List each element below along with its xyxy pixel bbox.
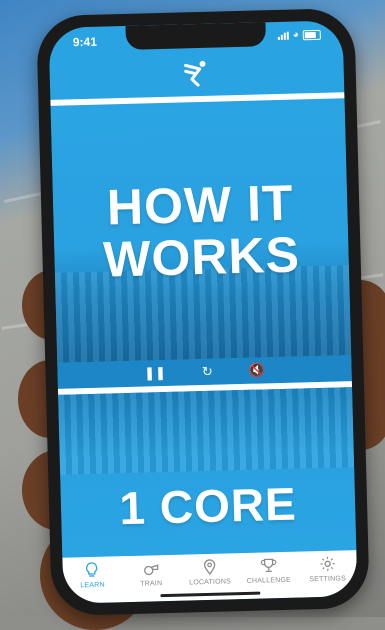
pause-icon[interactable]: ❚❚ [144, 365, 166, 382]
video-headline-line2: WORKS [54, 224, 349, 290]
location-pin-icon [200, 558, 218, 576]
tab-train[interactable]: TRAIN [122, 559, 181, 589]
battery-icon [303, 30, 321, 40]
mute-icon[interactable]: 🔇 [249, 362, 266, 378]
stadium-background [58, 387, 354, 475]
video-how-it-works[interactable]: HOW IT WORKS [51, 102, 352, 363]
trophy-icon [259, 556, 277, 574]
tab-label: CHALLENGE [247, 577, 291, 585]
status-icons: ◕ [278, 30, 321, 41]
status-time: 9:41 [73, 35, 97, 50]
tab-settings[interactable]: SETTINGS [298, 554, 357, 584]
tab-label: LEARN [80, 582, 105, 590]
tab-learn[interactable]: LEARN [63, 560, 122, 590]
tab-locations[interactable]: LOCATIONS [180, 557, 239, 587]
wifi-icon: ◕ [293, 31, 299, 39]
replay-icon[interactable]: ↻ [202, 364, 213, 380]
phone: 9:41 ◕ HOW IT WORKS ❚❚ ↻ 🔇 1 CO [36, 8, 370, 616]
core-title: 1 CORE [60, 475, 355, 537]
tab-label: LOCATIONS [189, 578, 231, 586]
lightbulb-icon [83, 561, 101, 579]
app-logo [181, 58, 212, 89]
tab-label: SETTINGS [309, 575, 346, 583]
tab-label: TRAIN [140, 580, 162, 588]
signal-icon [278, 32, 289, 40]
app-screen: 9:41 ◕ HOW IT WORKS ❚❚ ↻ 🔇 1 CO [49, 20, 358, 603]
whistle-icon [142, 559, 160, 577]
notch [125, 22, 266, 50]
video-core[interactable]: 1 CORE [58, 387, 357, 577]
gear-icon [318, 555, 336, 573]
tab-challenge[interactable]: CHALLENGE [239, 556, 298, 586]
